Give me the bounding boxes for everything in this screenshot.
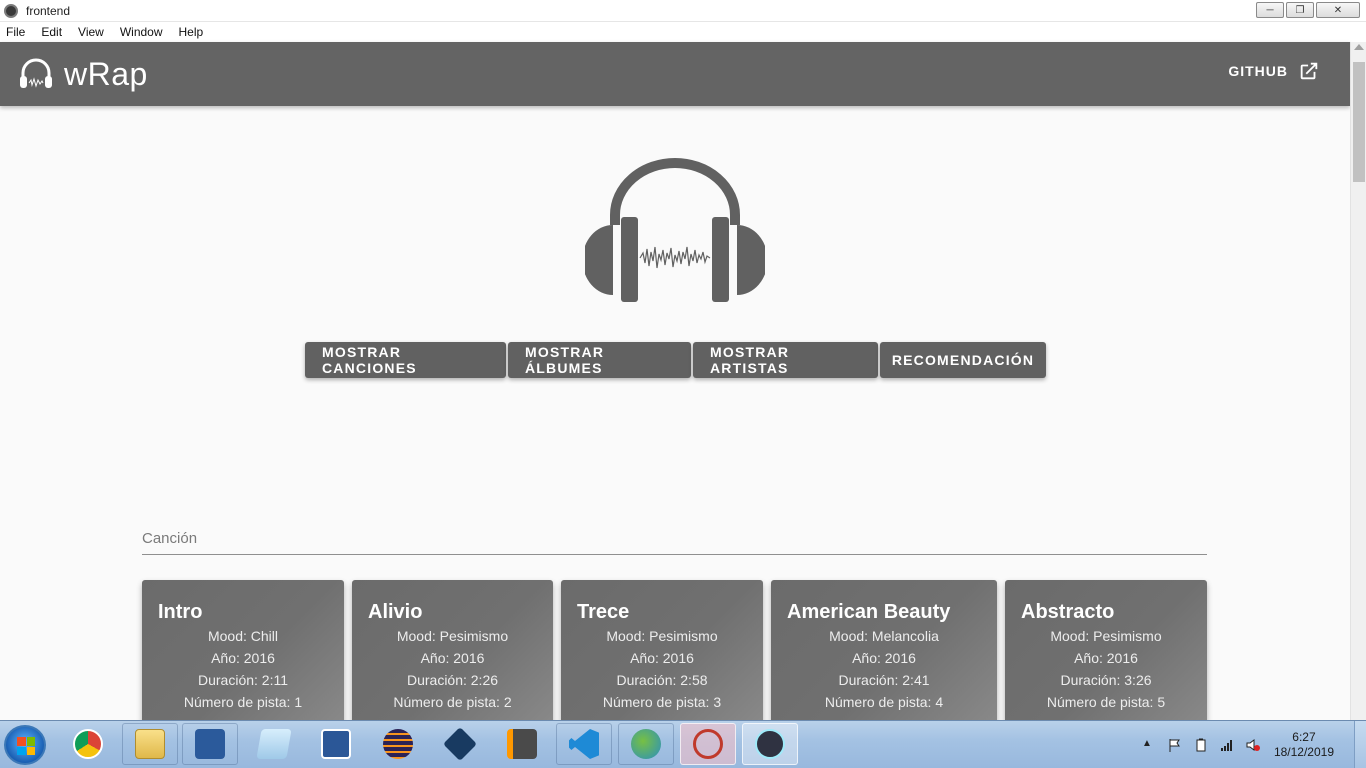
electron-icon (755, 729, 785, 759)
song-title: Alivio (368, 601, 423, 623)
hero-headphones-logo (585, 158, 765, 302)
song-mood: Mood: Pesimismo (606, 628, 718, 644)
menu-help[interactable]: Help (179, 25, 204, 39)
virtualbox-icon (443, 727, 477, 761)
song-mood: Mood: Pesimismo (396, 628, 509, 644)
scroll-thumb[interactable] (1353, 62, 1365, 182)
song-search-field (142, 526, 1207, 555)
show-desktop-button[interactable] (1354, 721, 1366, 768)
show-songs-button[interactable]: MOSTRAR CANCIONES (305, 342, 506, 378)
song-track-number: Número de pista: 5 (1046, 694, 1166, 710)
scroll-up-arrow[interactable] (1354, 44, 1364, 50)
song-search-input[interactable] (142, 526, 1207, 550)
taskbar-file-explorer[interactable] (122, 723, 178, 765)
chrome-icon (73, 729, 103, 759)
taskbar-chrome[interactable] (60, 723, 116, 765)
taskbar-clock[interactable]: 6:27 18/12/2019 (1274, 730, 1334, 760)
taskbar-vscode[interactable] (556, 723, 612, 765)
song-mood: Mood: Melancolia (829, 628, 939, 644)
song-year: Año: 2016 (1074, 650, 1138, 666)
close-button[interactable]: ✕ (1316, 2, 1360, 18)
windows-taskbar: ▲ 6:27 18/12/2019 (0, 720, 1366, 768)
window-title: frontend (26, 3, 71, 18)
network-signal-icon[interactable] (1220, 738, 1234, 752)
song-title: Abstracto (1021, 601, 1115, 623)
song-year: Año: 2016 (420, 650, 485, 666)
open-in-new-icon (1300, 62, 1318, 80)
file-explorer-icon (135, 729, 165, 759)
song-year: Año: 2016 (211, 650, 275, 666)
github-label: GITHUB (1228, 63, 1288, 79)
taskbar-snipping-tool[interactable] (680, 723, 736, 765)
word-icon (321, 729, 351, 759)
windows-logo-icon (17, 737, 35, 755)
song-duration: Duración: 2:26 (406, 672, 499, 688)
song-track-number: Número de pista: 1 (183, 694, 303, 710)
app-bar: wRap GITHUB (0, 42, 1350, 106)
system-tray: ▲ 6:27 18/12/2019 (1136, 721, 1366, 768)
battery-icon[interactable] (1194, 738, 1208, 752)
window-titlebar: frontend ─ ❐ ✕ (0, 0, 1366, 22)
taskbar-eclipse[interactable] (370, 723, 426, 765)
menu-window[interactable]: Window (120, 25, 163, 39)
taskbar-virtualbox[interactable] (432, 723, 488, 765)
app-brand[interactable]: wRap (64, 56, 148, 93)
song-title: Trece (577, 601, 630, 623)
song-mood: Mood: Chill (207, 628, 279, 644)
menu-view[interactable]: View (78, 25, 104, 39)
volume-muted-icon[interactable] (1246, 738, 1260, 752)
song-duration: Duración: 2:41 (838, 672, 930, 688)
taskbar-sublime-text[interactable] (494, 723, 550, 765)
song-card[interactable]: Abstracto Mood: Pesimismo Año: 2016 Dura… (1005, 580, 1207, 730)
recommendation-button[interactable]: RECOMENDACIÓN (880, 342, 1046, 378)
song-duration: Duración: 2:11 (197, 672, 288, 688)
menu-file[interactable]: File (6, 25, 25, 39)
action-center-flag-icon[interactable] (1168, 738, 1182, 752)
view-button-group: MOSTRAR CANCIONES MOSTRAR ÁLBUMES MOSTRA… (305, 342, 1046, 378)
song-year: Año: 2016 (852, 650, 916, 666)
song-card[interactable]: Trece Mood: Pesimismo Año: 2016 Duración… (561, 580, 763, 730)
song-title: Intro (158, 601, 203, 623)
show-albums-button[interactable]: MOSTRAR ÁLBUMES (508, 342, 691, 378)
taskbar-electron-frontend[interactable] (742, 723, 798, 765)
song-mood: Mood: Pesimismo (1050, 628, 1162, 644)
show-hidden-icons-arrow-icon[interactable]: ▲ (1142, 738, 1156, 752)
song-title: American Beauty (787, 601, 951, 623)
taskbar-word[interactable] (308, 723, 364, 765)
clock-time: 6:27 (1292, 730, 1316, 744)
song-card[interactable]: American Beauty Mood: Melancolia Año: 20… (771, 580, 997, 730)
show-artists-button[interactable]: MOSTRAR ARTISTAS (693, 342, 878, 378)
powershell-icon (195, 729, 225, 759)
song-track-number: Número de pista: 4 (824, 694, 944, 710)
vertical-scrollbar[interactable] (1350, 42, 1366, 720)
menu-bar: File Edit View Window Help (0, 22, 1366, 42)
headphones-icon[interactable] (18, 56, 54, 92)
taskbar-notepad[interactable] (246, 723, 302, 765)
eclipse-icon (383, 729, 413, 759)
song-card[interactable]: Intro Mood: Chill Año: 2016 Duración: 2:… (142, 580, 344, 730)
start-button[interactable] (4, 725, 46, 765)
song-duration: Duración: 3:26 (1060, 672, 1152, 688)
window-controls: ─ ❐ ✕ (1256, 2, 1360, 18)
electron-app-icon (4, 3, 18, 18)
sublime-text-icon (507, 729, 537, 759)
menu-edit[interactable]: Edit (41, 25, 62, 39)
song-track-number: Número de pista: 2 (393, 694, 512, 710)
snipping-tool-icon (693, 729, 723, 759)
notepad-icon (256, 729, 292, 759)
song-card[interactable]: Alivio Mood: Pesimismo Año: 2016 Duració… (352, 580, 553, 730)
network-map-icon (631, 729, 661, 759)
song-year: Año: 2016 (630, 650, 694, 666)
clock-date: 18/12/2019 (1273, 745, 1334, 759)
song-duration: Duración: 2:58 (616, 672, 708, 688)
minimize-button[interactable]: ─ (1256, 2, 1284, 18)
vscode-icon (569, 729, 599, 759)
restore-button[interactable]: ❐ (1286, 2, 1314, 18)
song-card-list: Intro Mood: Chill Año: 2016 Duración: 2:… (142, 580, 1207, 730)
taskbar-powershell[interactable] (182, 723, 238, 765)
song-track-number: Número de pista: 3 (602, 694, 722, 710)
taskbar-network-map[interactable] (618, 723, 674, 765)
github-link[interactable]: GITHUB (1228, 60, 1320, 82)
